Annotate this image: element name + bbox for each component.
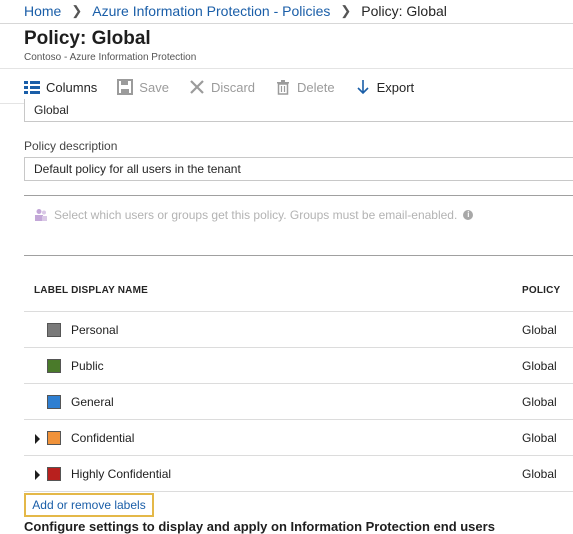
label-color-swatch [47, 395, 61, 409]
divider [24, 491, 573, 492]
label-color-swatch [47, 467, 61, 481]
divider [24, 255, 573, 256]
select-users-groups[interactable]: Select which users or groups get this po… [34, 206, 474, 224]
page-subtitle: Contoso - Azure Information Protection [24, 52, 197, 63]
download-icon [357, 80, 369, 95]
label-policy: Global [522, 431, 557, 445]
policy-description-label: Policy description [24, 139, 118, 153]
label-color-swatch [47, 431, 61, 445]
delete-button[interactable]: Delete [275, 79, 335, 95]
save-icon [117, 79, 134, 95]
label-name: Personal [71, 323, 119, 337]
breadcrumb: Home ❯ Azure Information Protection - Po… [24, 2, 447, 20]
label-policy: Global [522, 467, 557, 481]
table-row[interactable]: Highly Confidential Global [24, 456, 573, 492]
label-name: Confidential [71, 431, 135, 445]
divider [0, 68, 573, 69]
save-label: Save [139, 79, 169, 95]
columns-button[interactable]: Columns [24, 79, 97, 95]
label-policy: Global [522, 323, 557, 337]
label-policy: Global [522, 359, 557, 373]
expand-arrow-icon[interactable] [35, 434, 40, 444]
delete-label: Delete [297, 79, 335, 95]
table-row[interactable]: General Global [24, 384, 573, 420]
export-label: Export [376, 79, 415, 95]
discard-button[interactable]: Discard [189, 79, 255, 95]
expand-arrow-icon[interactable] [35, 470, 40, 480]
table-row[interactable]: Confidential Global [24, 420, 573, 456]
label-color-swatch [47, 359, 61, 373]
discard-label: Discard [210, 79, 256, 95]
page-title: Policy: Global [24, 28, 151, 49]
breadcrumb-current: Policy: Global [361, 3, 447, 19]
users-placeholder: Select which users or groups get this po… [54, 208, 458, 222]
export-button[interactable]: Export [355, 79, 415, 95]
breadcrumb-home[interactable]: Home [24, 3, 61, 19]
column-header-policy[interactable]: POLICY [522, 285, 560, 296]
command-bar: Columns Save Discard Delete Export [24, 77, 434, 97]
table-row[interactable]: Personal Global [24, 312, 573, 348]
chevron-right-icon: ❯ [340, 3, 352, 18]
close-icon [190, 80, 204, 94]
breadcrumb-policies[interactable]: Azure Information Protection - Policies [92, 3, 330, 19]
label-color-swatch [47, 323, 61, 337]
add-remove-labels-link[interactable]: Add or remove labels [24, 493, 154, 517]
policy-name-input[interactable]: Global [24, 99, 573, 122]
columns-label: Columns [46, 79, 98, 95]
label-name: Highly Confidential [71, 467, 172, 481]
users-icon [35, 209, 47, 221]
configure-settings-heading: Configure settings to display and apply … [24, 519, 495, 534]
label-name: General [71, 395, 114, 409]
table-row[interactable]: Public Global [24, 348, 573, 384]
save-button[interactable]: Save [117, 79, 169, 95]
label-policy: Global [522, 395, 557, 409]
divider [24, 195, 573, 196]
columns-icon [24, 81, 40, 94]
trash-icon [277, 80, 290, 95]
divider [0, 23, 573, 24]
chevron-right-icon: ❯ [71, 3, 83, 18]
info-icon[interactable]: i [463, 210, 474, 220]
column-header-label-name[interactable]: LABEL DISPLAY NAME [34, 285, 148, 296]
policy-description-input[interactable]: Default policy for all users in the tena… [24, 157, 573, 181]
label-name: Public [71, 359, 104, 373]
